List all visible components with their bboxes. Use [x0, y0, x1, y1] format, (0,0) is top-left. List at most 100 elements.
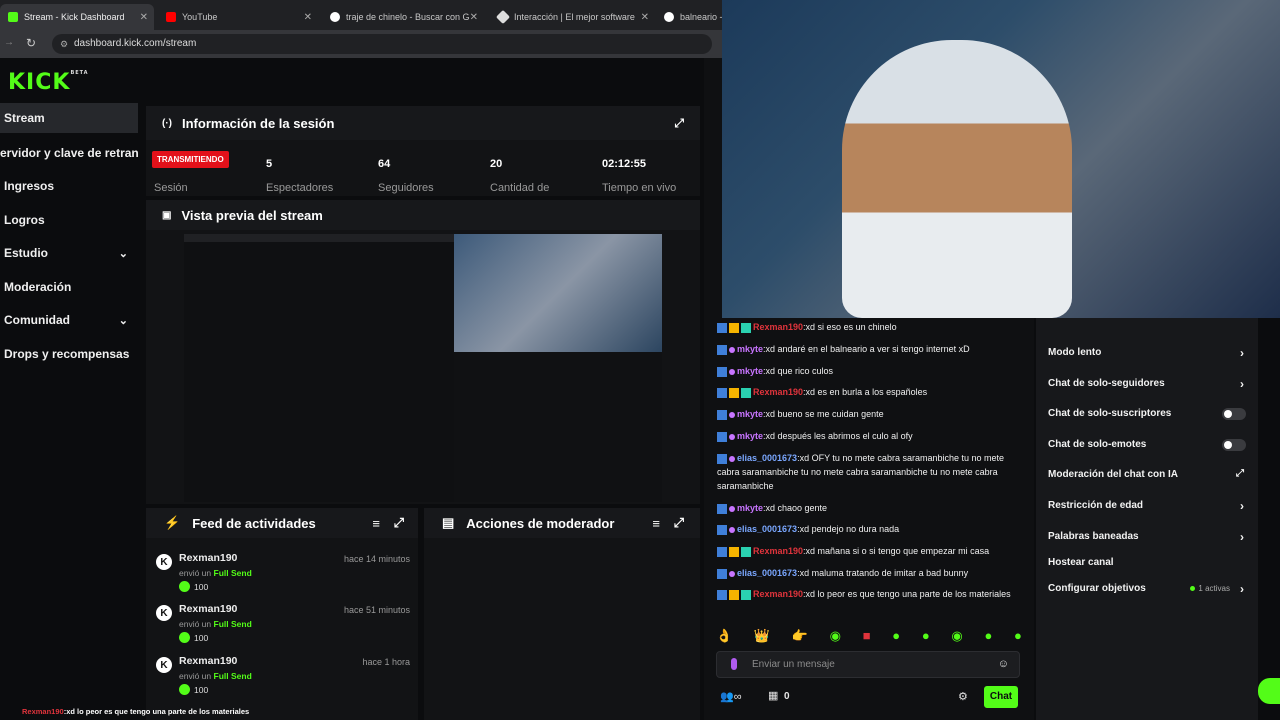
close-icon[interactable]: ✕ — [140, 12, 148, 23]
chat-username[interactable]: mkyte — [737, 409, 763, 419]
emote-icon[interactable]: ◉ — [830, 628, 841, 646]
chat-username[interactable]: mkyte — [737, 366, 763, 376]
emotes-only-toggle[interactable] — [1222, 439, 1246, 451]
filter-icon[interactable]: ≡ — [652, 516, 660, 531]
subscribers-only-toggle[interactable] — [1222, 408, 1246, 420]
setting-slow-mode[interactable]: Modo lento › — [1048, 346, 1248, 360]
gear-icon[interactable]: ⚙ — [958, 690, 968, 703]
site-info-icon[interactable]: ⚙ — [60, 34, 68, 54]
url-field[interactable]: ⚙ dashboard.kick.com/stream — [52, 34, 712, 54]
preview-camera-thumb — [454, 234, 662, 352]
google-icon — [664, 12, 674, 22]
ticker-text: :xd lo peor es que tengo una parte de lo… — [63, 707, 250, 716]
external-link-icon: ⤢ — [1236, 468, 1244, 479]
setting-goals[interactable]: Configurar objetivos 1 activas › — [1048, 582, 1248, 596]
expand-icon[interactable]: ⤢ — [394, 515, 404, 531]
setting-host-channel[interactable]: Hostear canal — [1048, 557, 1248, 568]
close-icon[interactable]: ✕ — [641, 12, 649, 23]
mod-actions-panel: ▤ Acciones de moderador ≡ ⤢ — [424, 508, 700, 720]
chat-username[interactable]: elias_0001673 — [737, 524, 797, 534]
chat-ticker: Rexman190:xd lo peor es que tengo una pa… — [0, 704, 300, 720]
chat-input-box[interactable]: Enviar un mensaje ☺ — [716, 651, 1020, 678]
badge-icon — [729, 368, 735, 375]
chevron-right-icon: › — [1240, 377, 1244, 391]
setting-banned-words[interactable]: Palabras baneadas › — [1048, 530, 1248, 544]
chat-username[interactable]: Rexman190 — [753, 322, 803, 332]
emote-icon[interactable]: ■ — [863, 628, 871, 646]
badge-icon — [729, 526, 735, 533]
close-icon[interactable]: ✕ — [304, 12, 312, 23]
sidebar-item-logros[interactable]: Logros — [0, 205, 138, 235]
expand-icon[interactable]: ⤢ — [674, 515, 684, 531]
chat-username[interactable]: mkyte — [737, 344, 763, 354]
gift-icon[interactable]: ▦ — [768, 689, 778, 702]
kick-logo[interactable]: KICKBETA — [8, 70, 89, 95]
back-icon[interactable]: → — [4, 37, 14, 48]
preview-header: ▣ Vista previa del stream — [146, 200, 700, 230]
close-icon[interactable]: ✕ — [470, 12, 478, 23]
chat-username[interactable]: mkyte — [737, 431, 763, 441]
setting-label: Moderación del chat con IA — [1048, 469, 1179, 480]
setting-emotes-only[interactable]: Chat de solo-emotes — [1048, 439, 1248, 451]
emote-icon[interactable]: ● — [1014, 628, 1022, 646]
emoji-icon[interactable]: ☺ — [998, 658, 1009, 670]
google-icon — [330, 12, 340, 22]
sidebar-item-label: ervidor y clave de retransn — [0, 146, 138, 160]
setting-age-restriction[interactable]: Restricción de edad › — [1048, 499, 1248, 513]
stream-preview-video[interactable] — [184, 234, 662, 502]
badge-icon — [741, 589, 751, 600]
chat-text: :xd que rico culos — [763, 366, 834, 376]
emote-icon[interactable]: ● — [984, 628, 992, 646]
emote-icon[interactable]: 👉 — [792, 628, 808, 646]
session-info-panel: (·) Información de la sesión ⤢ Sesión 5E… — [146, 106, 700, 196]
ticker-user: Rexman190 — [22, 707, 64, 716]
users-icon[interactable]: 👥∞ — [720, 690, 742, 703]
emote-icon[interactable]: 👌 — [716, 628, 732, 646]
chevron-down-icon: ⌄ — [118, 247, 128, 260]
filter-icon[interactable]: ≡ — [372, 516, 380, 531]
tab-interaccion[interactable]: Interacción | El mejor software ✕ — [490, 4, 655, 30]
chat-username[interactable]: elias_0001673 — [737, 453, 797, 463]
tab-youtube[interactable]: YouTube ✕ — [158, 4, 318, 30]
tab-balneario[interactable]: balneario - — [656, 4, 722, 30]
badge-icon — [717, 503, 727, 514]
emote-icon[interactable]: 👑 — [754, 628, 770, 646]
interaction-icon — [495, 9, 511, 25]
feed-user[interactable]: Rexman190 — [179, 552, 237, 564]
feed-user[interactable]: Rexman190 — [179, 603, 237, 615]
badge-icon — [729, 546, 739, 557]
sidebar-item-stream[interactable]: Stream — [0, 103, 138, 133]
emote-icon[interactable]: ● — [892, 628, 900, 646]
chat-username[interactable]: elias_0001673 — [737, 568, 797, 578]
feed-user[interactable]: Rexman190 — [179, 655, 237, 667]
tab-google-search[interactable]: traje de chinelo - Buscar con G ✕ — [322, 4, 484, 30]
chat-message: elias_0001673:xd OFY tu no mete cabra sa… — [717, 451, 1017, 493]
sidebar-item-comunidad[interactable]: Comunidad ⌄ — [0, 305, 138, 335]
send-chat-button[interactable]: Chat — [984, 686, 1018, 708]
setting-followers-only[interactable]: Chat de solo-seguidores › — [1048, 377, 1248, 391]
expand-icon[interactable]: ⤢ — [674, 116, 684, 131]
tab-kick-dashboard[interactable]: Stream - Kick Dashboard ✕ — [0, 4, 154, 30]
sidebar-item-moderacion[interactable]: Moderación — [0, 272, 138, 302]
kick-avatar-icon: K — [156, 605, 172, 621]
setting-subscribers-only[interactable]: Chat de solo-suscriptores — [1048, 408, 1248, 420]
chat-footer: 👥∞ ▦ 0 ⚙ Chat — [716, 686, 1024, 710]
chat-username[interactable]: Rexman190 — [753, 387, 803, 397]
setting-ai-moderation[interactable]: Moderación del chat con IA ⤢ — [1048, 468, 1248, 480]
chat-username[interactable]: mkyte — [737, 503, 763, 513]
kick-floating-icon[interactable] — [1258, 678, 1280, 704]
sidebar-item-estudio[interactable]: Estudio ⌄ — [0, 238, 138, 268]
emote-icon[interactable]: ● — [922, 628, 930, 646]
chat-username[interactable]: Rexman190 — [753, 589, 803, 599]
sidebar-item-label: Comunidad — [4, 313, 70, 327]
sidebar-item-ingresos[interactable]: Ingresos — [0, 171, 138, 201]
badge-icon — [717, 453, 727, 464]
session-info-header: (·) Información de la sesión ⤢ — [146, 106, 700, 140]
sidebar-item-drops[interactable]: Drops y recompensas — [0, 339, 138, 369]
panel-title: Información de la sesión — [182, 115, 335, 131]
chevron-right-icon: › — [1240, 530, 1244, 544]
chat-username[interactable]: Rexman190 — [753, 546, 803, 556]
emote-icon[interactable]: ◉ — [951, 628, 962, 646]
sidebar-item-server-key[interactable]: ervidor y clave de retransn — [0, 138, 138, 168]
reload-icon[interactable]: ↻ — [26, 36, 36, 50]
